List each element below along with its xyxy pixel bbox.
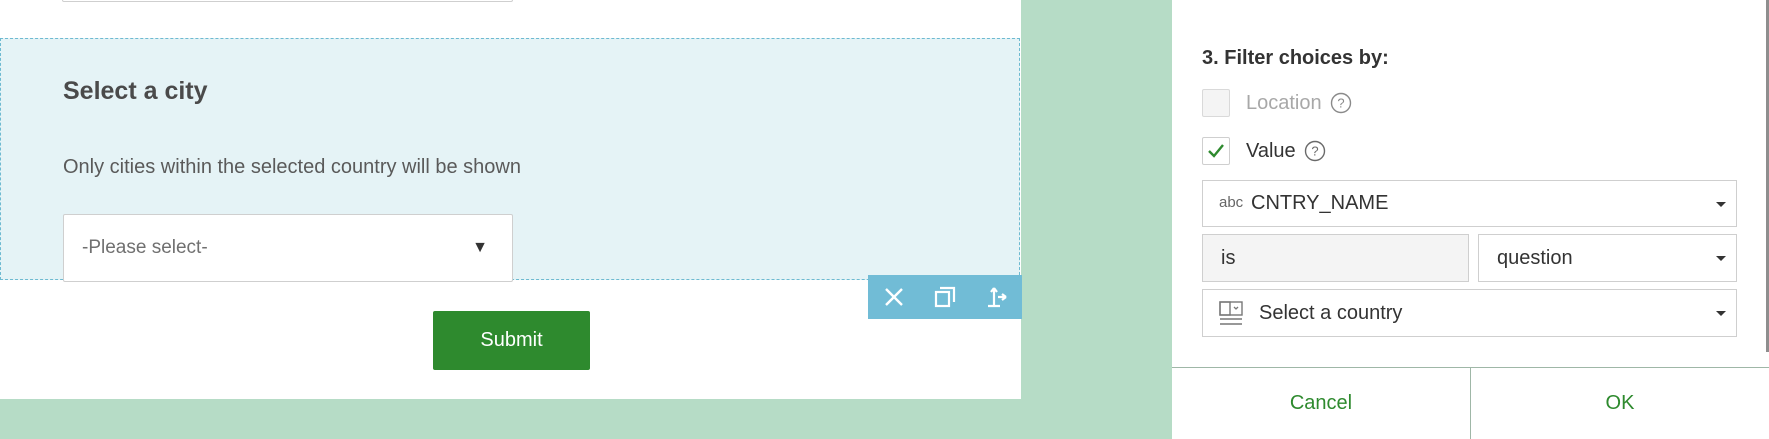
form-canvas: Select a city Only cities within the sel… (0, 0, 1022, 399)
selected-question-card[interactable]: Select a city Only cities within the sel… (0, 38, 1022, 319)
value-type-dropdown[interactable]: question (1478, 234, 1737, 282)
move-icon[interactable] (980, 281, 1012, 313)
submit-button[interactable]: Submit (433, 311, 590, 370)
help-icon[interactable]: ? (1304, 140, 1326, 162)
operator-value: is (1221, 247, 1236, 269)
caret-down-icon: ▼ (472, 239, 488, 256)
value-label: Value (1246, 139, 1296, 162)
section-title: 3. Filter choices by: (1202, 47, 1389, 69)
ok-button[interactable]: OK (1470, 368, 1769, 439)
checkmark-icon (1208, 144, 1224, 158)
previous-question-input[interactable] (62, 0, 513, 2)
duplicate-icon[interactable] (929, 281, 961, 313)
value-checkbox[interactable] (1202, 137, 1230, 165)
operator-field: is (1202, 234, 1469, 282)
question-toolbar (868, 275, 1022, 319)
question-description: Only cities within the selected country … (63, 156, 521, 178)
location-label: Location (1246, 91, 1322, 114)
value-type-value: question (1497, 247, 1573, 269)
dropdown-placeholder: -Please select- (82, 237, 208, 258)
filter-by-location-option: Location ? (1202, 89, 1352, 117)
question-icon (1219, 301, 1243, 332)
source-question-value: Select a country (1259, 302, 1403, 324)
field-value: CNTRY_NAME (1251, 192, 1389, 214)
caret-down-icon (1716, 311, 1726, 316)
location-checkbox[interactable] (1202, 89, 1230, 117)
cancel-button[interactable]: Cancel (1172, 368, 1470, 439)
caret-down-icon (1716, 256, 1726, 261)
help-icon[interactable]: ? (1330, 92, 1352, 114)
field-dropdown[interactable]: abc CNTRY_NAME (1202, 180, 1737, 227)
close-icon[interactable] (878, 281, 910, 313)
source-question-dropdown[interactable]: Select a country (1202, 289, 1737, 337)
filter-settings-panel: 3. Filter choices by: Location ? Value ?… (1172, 0, 1769, 439)
city-dropdown[interactable]: -Please select- ▼ (63, 214, 513, 282)
panel-footer: Cancel OK (1172, 367, 1769, 439)
svg-text:?: ? (1311, 144, 1318, 159)
question-title: Select a city (63, 77, 208, 105)
text-field-icon: abc (1219, 194, 1244, 211)
svg-text:?: ? (1337, 96, 1344, 111)
caret-down-icon (1716, 201, 1726, 207)
filter-by-value-option: Value ? (1202, 137, 1326, 165)
